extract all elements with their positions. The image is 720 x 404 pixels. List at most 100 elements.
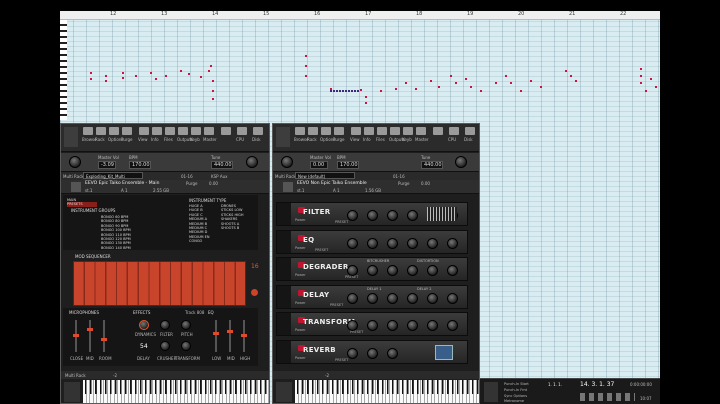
midi-note[interactable] [305,65,307,67]
pitch-mod-wheels[interactable] [276,382,292,402]
midi-note[interactable] [405,82,407,84]
toolbar-icon-4[interactable] [351,127,361,135]
midi-note[interactable] [395,88,397,90]
position-display-1[interactable]: 1. 1. 1. [548,382,562,387]
master-vol-knob[interactable] [281,156,293,168]
midi-note[interactable] [655,86,657,88]
midi-note[interactable] [122,77,124,79]
octave-value[interactable]: -2 [113,373,117,378]
dynamics-knob[interactable] [139,320,149,330]
rack-knob[interactable] [387,347,398,359]
rack-knob[interactable] [447,265,458,276]
midi-note[interactable] [360,89,362,91]
toolbar-icon-5[interactable] [152,127,162,135]
slot-range[interactable]: 01-16 [393,174,405,179]
preset-label[interactable]: PRESET [335,220,348,224]
keyboard[interactable] [295,380,479,403]
midi-note[interactable] [495,82,497,84]
midi-note[interactable] [339,90,341,92]
midi-note[interactable] [342,90,344,92]
midi-note[interactable] [565,70,567,72]
note-area[interactable] [60,20,660,140]
rack-knob[interactable] [347,265,358,276]
purge-button[interactable]: Purge [186,181,197,186]
mic-mid-fader[interactable] [87,320,93,352]
bpm-field[interactable]: 170.00 [129,161,151,169]
metronome[interactable]: Metronome [504,399,524,403]
mic-room-fader[interactable] [101,320,107,352]
bpm-field[interactable]: 170.00 [337,161,359,169]
midi-note[interactable] [180,70,182,72]
position-display-2[interactable]: 14. 3. 1. 37 [580,381,614,388]
rack-knob[interactable] [367,210,378,221]
rack-knob[interactable] [407,292,418,304]
punch-in-start[interactable]: Punch-In Start [504,382,529,386]
track-preset[interactable]: Track 808 [185,310,204,315]
rack-knob[interactable] [387,320,398,331]
instrument-title[interactable]: EEVO Non Epic Taiko Ensemble [297,181,367,186]
preset-label[interactable]: PRESET [315,248,328,252]
rack-knob[interactable] [407,210,418,221]
midi-note[interactable] [200,76,202,78]
toolbar-icon-4[interactable] [139,127,149,135]
toolbar-icon-0[interactable] [83,127,93,135]
timeline-ruler[interactable]: 12 13 14 15 16 17 18 19 20 21 22 [60,11,660,20]
midi-channel[interactable]: A 1 [333,188,340,193]
midi-note[interactable] [570,75,572,77]
midi-note[interactable] [105,80,107,82]
multi-name-field[interactable]: Exploding_Kit_Multi [83,172,143,179]
reverb-display[interactable] [435,344,453,360]
rack-knob[interactable] [347,320,358,331]
time-display[interactable]: 0:00:00:00 [630,382,652,387]
rack-knob[interactable] [387,265,398,276]
midi-note[interactable] [455,82,457,84]
midi-note[interactable] [520,90,522,92]
midi-note[interactable] [450,75,452,77]
filter-knob[interactable] [160,320,170,330]
midi-note[interactable] [438,86,440,88]
rack-knob[interactable] [387,292,398,304]
midi-note[interactable] [640,82,642,84]
midi-note[interactable] [135,75,137,77]
tune-field[interactable]: 440.00 [211,161,233,169]
midi-note[interactable] [640,75,642,77]
midi-note[interactable] [430,80,432,82]
type-list-a[interactable]: HUGE A HUGE B HUGE C MEDIUM A MEDIUM B MEDIUM… [189,204,217,244]
toolbar-icon-12[interactable] [253,127,263,135]
midi-note[interactable] [305,75,307,77]
output-value[interactable]: st.1 [297,188,304,193]
punch-in-fmt[interactable]: Punch-In Fmt [504,388,527,392]
midi-note[interactable] [540,86,542,88]
toolbar-icon-9[interactable] [416,127,426,135]
instrument-title[interactable]: EEVO Epic Taiko Ensemble - Main [85,181,159,186]
type-list-b[interactable]: DRONES STICKS LOW STICKS HIGH SHAKERS SHOOTS… [221,204,249,244]
menu-presets[interactable]: PRESETS [67,202,97,207]
toolbar-icon-2[interactable] [109,127,119,135]
rack-knob[interactable] [367,347,378,359]
rack-knob[interactable] [347,210,358,221]
midi-note[interactable] [212,98,214,100]
toolbar-icon-1[interactable] [96,127,106,135]
midi-note[interactable] [470,86,472,88]
mic-close-fader[interactable] [73,320,79,352]
rack-knob[interactable] [367,292,378,304]
midi-note[interactable] [351,90,353,92]
toolbar-icon-3[interactable] [122,127,132,135]
midi-note[interactable] [210,65,212,67]
rack-knob[interactable] [407,265,418,276]
eq-mid-fader[interactable] [227,320,233,352]
mod-sequencer-steps[interactable] [73,261,246,306]
rack-knob[interactable] [347,237,358,249]
midi-note[interactable] [90,78,92,80]
multi-name-field[interactable]: New (default) [295,172,355,179]
toolbar-icon-11[interactable] [449,127,459,135]
toolbar-icon-0[interactable] [295,127,305,135]
transport-buttons[interactable] [580,393,635,401]
instrument-tune[interactable]: 0.00 [209,181,218,186]
pitch-mod-wheels[interactable] [64,382,80,402]
midi-note[interactable] [345,90,347,92]
midi-note[interactable] [645,90,647,92]
midi-note[interactable] [505,75,507,77]
toolbar-icon-5[interactable] [364,127,374,135]
rack-knob[interactable] [427,237,438,249]
